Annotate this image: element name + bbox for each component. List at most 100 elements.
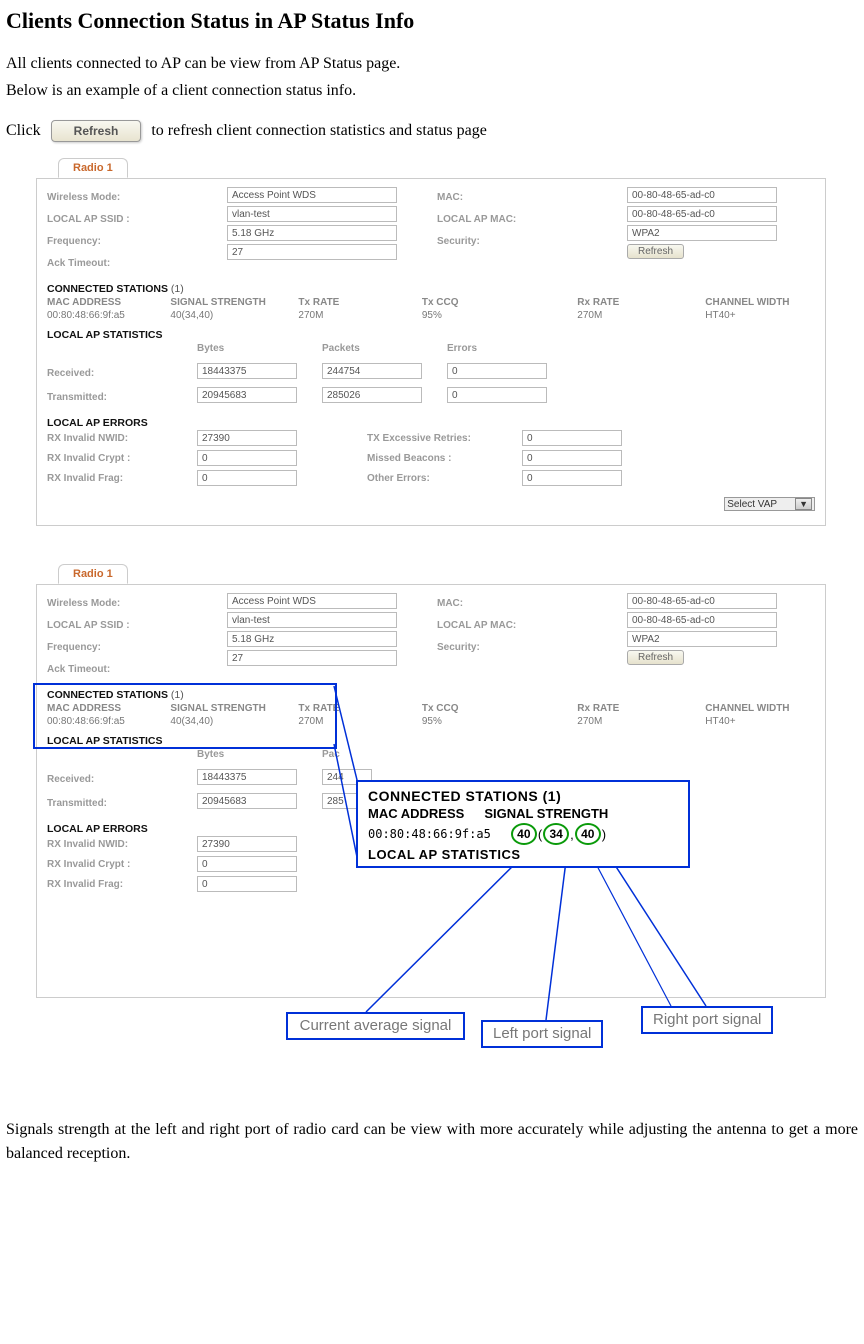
label-received: Received: — [47, 769, 197, 791]
connected-stations-heading: CONNECTED STATIONS (1) — [47, 283, 815, 295]
label-rx-invalid-nwid: RX Invalid NWID: — [47, 835, 197, 855]
sig-right-value: 40 — [575, 823, 601, 845]
label-right-port-signal: Right port signal — [641, 1006, 773, 1033]
value-mac: 00-80-48-65-ad-c0 — [627, 593, 777, 609]
outro-text: Signals strength at the left and right p… — [6, 1118, 858, 1164]
tab-radio-1[interactable]: Radio 1 — [58, 158, 128, 178]
local-ap-statistics-heading: LOCAL AP STATISTICS — [47, 735, 815, 747]
select-vap-dropdown[interactable]: Select VAP▼ — [724, 497, 815, 511]
label-frequency: Frequency: — [47, 231, 227, 253]
status-panel-1: Radio 1 Wireless Mode: LOCAL AP SSID : F… — [36, 156, 826, 526]
col-signal-strength: SIGNAL STRENGTH — [170, 703, 298, 714]
col-tx-rate: Tx RATE — [298, 297, 421, 308]
label-wireless-mode: Wireless Mode: — [47, 187, 227, 209]
label-transmitted: Transmitted: — [47, 387, 197, 409]
callout-zoom: CONNECTED STATIONS (1) MAC ADDRESS SIGNA… — [356, 780, 690, 868]
status-panel-2: Radio 1 Wireless Mode: LOCAL AP SSID : F… — [36, 562, 826, 1082]
value-security: WPA2 — [627, 225, 777, 241]
value-ack-timeout: 27 — [227, 650, 397, 666]
value-transmitted-packets: 285026 — [322, 387, 422, 403]
label-mac: MAC: — [437, 593, 627, 615]
col-bytes: Bytes — [197, 343, 322, 361]
col-mac-address: MAC ADDRESS — [47, 703, 170, 714]
local-ap-statistics-heading: LOCAL AP STATISTICS — [47, 329, 815, 341]
col-errors: Errors — [447, 343, 567, 361]
sig-avg-value: 40 — [511, 823, 537, 845]
value-transmitted-bytes: 20945683 — [197, 387, 297, 403]
value-mac: 00-80-48-65-ad-c0 — [627, 187, 777, 203]
value-transmitted-errors: 0 — [447, 387, 547, 403]
label-rx-invalid-crypt: RX Invalid Crypt : — [47, 449, 197, 469]
label-rx-invalid-crypt: RX Invalid Crypt : — [47, 855, 197, 875]
value-rx-invalid-frag: 0 — [197, 876, 297, 892]
value-rx-invalid-nwid: 27390 — [197, 836, 297, 852]
col-bytes: Bytes — [197, 749, 322, 767]
col-tx-ccq: Tx CCQ — [422, 703, 577, 714]
value-frequency: 5.18 GHz — [227, 631, 397, 647]
label-rx-invalid-frag: RX Invalid Frag: — [47, 469, 197, 489]
col-channel-width: CHANNEL WIDTH — [705, 297, 815, 308]
col-channel-width: CHANNEL WIDTH — [705, 703, 815, 714]
value-rx-invalid-frag: 0 — [197, 470, 297, 486]
value-local-mac: 00-80-48-65-ad-c0 — [627, 206, 777, 222]
label-local-ssid: LOCAL AP SSID : — [47, 615, 227, 637]
label-rx-invalid-nwid: RX Invalid NWID: — [47, 429, 197, 449]
col-packets: Packets — [322, 343, 447, 361]
connected-stations-heading: CONNECTED STATIONS (1) — [47, 689, 815, 701]
value-security: WPA2 — [627, 631, 777, 647]
col-rx-rate: Rx RATE — [577, 703, 705, 714]
label-transmitted: Transmitted: — [47, 793, 197, 815]
label-security: Security: — [437, 637, 627, 659]
tab-radio-1[interactable]: Radio 1 — [58, 564, 128, 584]
intro-text-2: Below is an example of a client connecti… — [6, 79, 858, 102]
label-wireless-mode: Wireless Mode: — [47, 593, 227, 615]
click-rest: to refresh client connection statistics … — [151, 122, 486, 140]
label-mac: MAC: — [437, 187, 627, 209]
page-title: Clients Connection Status in AP Status I… — [6, 8, 858, 34]
value-other-errors: 0 — [522, 470, 622, 486]
label-local-mac: LOCAL AP MAC: — [437, 209, 627, 231]
col-packets: Pac — [322, 749, 447, 767]
label-received: Received: — [47, 363, 197, 385]
refresh-button[interactable]: Refresh — [51, 120, 142, 142]
refresh-small-button[interactable]: Refresh — [627, 244, 684, 259]
label-frequency: Frequency: — [47, 637, 227, 659]
label-ack-timeout: Ack Timeout: — [47, 659, 227, 681]
value-rx-invalid-crypt: 0 — [197, 856, 297, 872]
label-tx-excessive-retries: TX Excessive Retries: — [367, 429, 522, 449]
value-received-packets: 244754 — [322, 363, 422, 379]
sig-left-value: 34 — [543, 823, 569, 845]
value-local-ssid: vlan-test — [227, 206, 397, 222]
label-other-errors: Other Errors: — [367, 469, 522, 489]
label-rx-invalid-frag: RX Invalid Frag: — [47, 875, 197, 895]
value-local-ssid: vlan-test — [227, 612, 397, 628]
value-missed-beacons: 0 — [522, 450, 622, 466]
label-ack-timeout: Ack Timeout: — [47, 253, 227, 275]
value-rx-invalid-crypt: 0 — [197, 450, 297, 466]
value-frequency: 5.18 GHz — [227, 225, 397, 241]
col-mac-address: MAC ADDRESS — [47, 297, 170, 308]
label-security: Security: — [437, 231, 627, 253]
station-row: 00:80:48:66:9f:a5 40(34,40) 270M 95% 270… — [47, 310, 815, 321]
refresh-small-button[interactable]: Refresh — [627, 650, 684, 665]
value-wireless-mode: Access Point WDS — [227, 593, 397, 609]
value-received-errors: 0 — [447, 363, 547, 379]
chevron-down-icon: ▼ — [795, 498, 812, 510]
label-left-port-signal: Left port signal — [481, 1020, 603, 1047]
value-transmitted-bytes: 20945683 — [197, 793, 297, 809]
label-local-mac: LOCAL AP MAC: — [437, 615, 627, 637]
col-signal-strength: SIGNAL STRENGTH — [170, 297, 298, 308]
col-tx-rate: Tx RATE — [298, 703, 421, 714]
col-tx-ccq: Tx CCQ — [422, 297, 577, 308]
value-tx-excessive-retries: 0 — [522, 430, 622, 446]
value-received-bytes: 18443375 — [197, 363, 297, 379]
label-missed-beacons: Missed Beacons : — [367, 449, 522, 469]
intro-text-1: All clients connected to AP can be view … — [6, 52, 858, 75]
value-wireless-mode: Access Point WDS — [227, 187, 397, 203]
click-word: Click — [6, 122, 41, 140]
label-local-ssid: LOCAL AP SSID : — [47, 209, 227, 231]
col-rx-rate: Rx RATE — [577, 297, 705, 308]
label-current-average-signal: Current average signal — [286, 1012, 465, 1039]
value-local-mac: 00-80-48-65-ad-c0 — [627, 612, 777, 628]
station-row: 00:80:48:66:9f:a5 40(34,40) 270M 95% 270… — [47, 716, 815, 727]
